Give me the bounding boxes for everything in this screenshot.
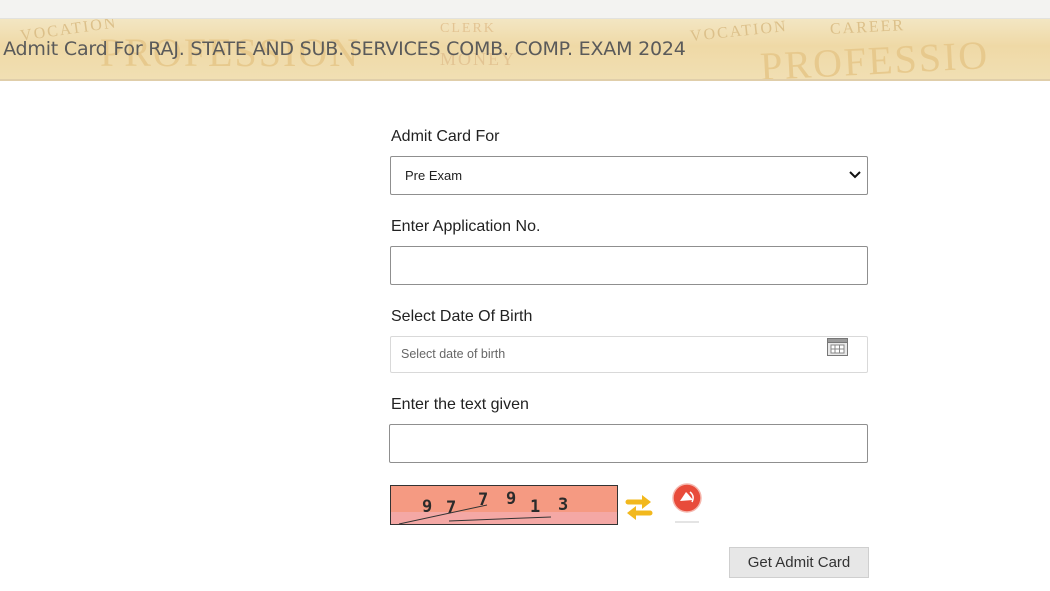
- date-of-birth-placeholder: Select date of birth: [401, 347, 506, 361]
- get-admit-card-button[interactable]: Get Admit Card: [729, 547, 869, 578]
- admit-card-for-label: Admit Card For: [391, 128, 500, 145]
- admit-card-for-select[interactable]: Pre Exam: [390, 156, 868, 195]
- captcha-text-input[interactable]: [389, 424, 868, 463]
- admit-card-for-value: Pre Exam: [405, 168, 463, 183]
- captcha-label: Enter the text given: [391, 396, 529, 413]
- banner-bg-word: CLERK: [440, 21, 496, 36]
- top-strip: [0, 0, 1050, 19]
- application-no-input[interactable]: [390, 246, 868, 285]
- page-title: t Admit Card For RAJ. STATE AND SUB. SER…: [0, 38, 686, 60]
- captcha-noise-lines: [398, 504, 552, 524]
- date-of-birth-input[interactable]: Select date of birth: [390, 336, 868, 373]
- date-of-birth-label: Select Date Of Birth: [391, 308, 533, 325]
- chevron-down-icon: [849, 171, 861, 179]
- page-banner: VOCATION PROFESSION CLERK MONEY VOCATION…: [0, 19, 1050, 81]
- captcha-image: 9 7 7 9 1 3: [390, 485, 618, 525]
- audio-icon[interactable]: [669, 483, 705, 525]
- calendar-icon[interactable]: [827, 336, 848, 356]
- refresh-icon[interactable]: [624, 490, 654, 524]
- application-no-label: Enter Application No.: [391, 218, 541, 235]
- banner-bg-word: PROFESSIO: [758, 32, 991, 81]
